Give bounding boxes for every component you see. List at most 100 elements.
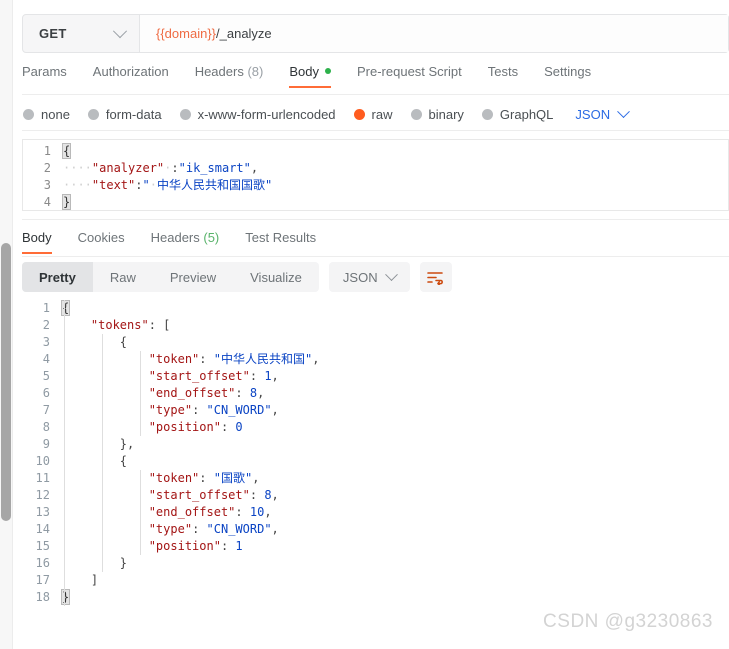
chevron-down-icon bbox=[617, 104, 630, 118]
indent-guide bbox=[102, 453, 103, 470]
line-number: 13 bbox=[35, 505, 50, 519]
view-mode-visualize-label: Visualize bbox=[250, 269, 302, 285]
tab-settings-label: Settings bbox=[544, 64, 592, 79]
radio-icon bbox=[410, 108, 422, 120]
response-view-mode-group: Pretty Raw Preview Visualize bbox=[22, 262, 319, 292]
line-number: 17 bbox=[35, 573, 50, 587]
indent-guide bbox=[140, 351, 141, 368]
response-tabs: Body Cookies Headers (5) Test Results bbox=[22, 228, 729, 258]
body-type-binary-label: binary bbox=[428, 106, 464, 122]
response-tab-test-results-label: Test Results bbox=[245, 230, 317, 245]
radio-icon bbox=[481, 108, 493, 120]
indent-guide bbox=[64, 300, 65, 317]
body-type-form-data[interactable]: form-data bbox=[87, 107, 162, 122]
line-number: 3 bbox=[42, 335, 50, 349]
view-mode-raw-label: Raw bbox=[109, 269, 136, 285]
code-text: ····"analyzer"·:"ik_smart", bbox=[63, 161, 259, 175]
body-type-urlencoded-label: x-www-form-urlencoded bbox=[197, 106, 336, 122]
indent-guide bbox=[140, 487, 141, 504]
indent-guide bbox=[64, 487, 65, 504]
indent-guide bbox=[64, 402, 65, 419]
code-line: 8 "position": 0 bbox=[22, 419, 729, 436]
tab-params[interactable]: Params bbox=[22, 62, 67, 88]
code-text: ····"text":"·中华人民共和国国歌" bbox=[63, 178, 273, 192]
code-line: 3 { bbox=[22, 334, 729, 351]
url-input[interactable]: {{domain}}/_analyze bbox=[140, 15, 728, 52]
tab-headers-count: (8) bbox=[247, 64, 264, 79]
view-mode-pretty-label: Pretty bbox=[39, 269, 76, 285]
tab-body-label: Body bbox=[289, 64, 319, 79]
tab-headers[interactable]: Headers (8) bbox=[195, 62, 264, 88]
view-mode-preview[interactable]: Preview bbox=[153, 262, 233, 292]
code-text: "tokens": [ bbox=[62, 317, 170, 334]
line-number: 6 bbox=[42, 386, 50, 400]
body-type-binary[interactable]: binary bbox=[410, 106, 464, 122]
code-text: ] bbox=[62, 572, 98, 589]
response-format-selector[interactable]: JSON bbox=[328, 262, 410, 292]
url-bar: GET {{domain}}/_analyze bbox=[22, 14, 729, 53]
request-tabs: Params Authorization Headers (8) Body Pr… bbox=[22, 62, 729, 94]
request-response-divider bbox=[22, 219, 729, 220]
code-line: 16 } bbox=[22, 555, 729, 572]
body-type-raw[interactable]: raw bbox=[353, 107, 393, 122]
response-tab-cookies[interactable]: Cookies bbox=[78, 228, 125, 254]
radio-selected-icon bbox=[353, 108, 365, 120]
body-type-graphql-label: GraphQL bbox=[499, 106, 554, 122]
code-text: } bbox=[60, 589, 71, 606]
watermark: CSDN @g3230863 bbox=[543, 611, 713, 632]
response-body-viewer[interactable]: 1{2 "tokens": [3 {4 "token": "中华人民共和国", 5… bbox=[22, 300, 729, 649]
body-type-none[interactable]: none bbox=[23, 107, 70, 122]
indent-guide bbox=[64, 334, 65, 351]
line-number: 10 bbox=[35, 454, 50, 468]
page-scrollbar-track[interactable] bbox=[0, 0, 13, 649]
code-line: 1{ bbox=[23, 143, 728, 160]
body-type-urlencoded[interactable]: x-www-form-urlencoded bbox=[179, 106, 336, 122]
request-body-editor[interactable]: 1{2 ····"analyzer"·:"ik_smart", 3 ····"text… bbox=[22, 139, 729, 211]
response-tab-test-results[interactable]: Test Results bbox=[245, 228, 316, 254]
indent-guide bbox=[102, 555, 103, 572]
response-tab-headers-label: Headers bbox=[150, 230, 200, 245]
code-line: 2 "tokens": [ bbox=[22, 317, 729, 334]
response-tab-headers[interactable]: Headers (5) bbox=[151, 228, 220, 254]
body-type-graphql[interactable]: GraphQL bbox=[481, 106, 554, 122]
tab-pre-request-script-label: Pre-request Script bbox=[356, 64, 462, 79]
indent-guide bbox=[102, 521, 103, 538]
radio-icon bbox=[179, 108, 191, 120]
indent-guide bbox=[64, 589, 65, 606]
indent-guide bbox=[64, 436, 65, 453]
tab-authorization-label: Authorization bbox=[92, 64, 169, 79]
code-line: 4 "token": "中华人民共和国", bbox=[22, 351, 729, 368]
view-mode-raw[interactable]: Raw bbox=[93, 262, 153, 292]
code-text: "type": "CN_WORD", bbox=[62, 402, 279, 419]
response-tab-headers-count: (5) bbox=[203, 230, 220, 245]
tab-tests[interactable]: Tests bbox=[488, 62, 518, 88]
tab-pre-request-script[interactable]: Pre-request Script bbox=[357, 62, 462, 88]
response-tab-body[interactable]: Body bbox=[22, 228, 52, 254]
view-mode-pretty[interactable]: Pretty bbox=[22, 262, 93, 292]
indent-guide bbox=[140, 419, 141, 436]
tab-settings[interactable]: Settings bbox=[544, 62, 591, 88]
indent-guide bbox=[140, 521, 141, 538]
http-method-selector[interactable]: GET bbox=[23, 15, 140, 52]
body-modified-dot-icon bbox=[324, 68, 331, 74]
request-body-format-selector[interactable]: JSON bbox=[575, 104, 630, 122]
beautify-icon bbox=[427, 271, 443, 285]
code-line: 9 }, bbox=[22, 436, 729, 453]
view-mode-visualize[interactable]: Visualize bbox=[233, 262, 319, 292]
line-number: 18 bbox=[35, 590, 50, 604]
response-tabs-divider bbox=[22, 256, 729, 257]
body-type-divider bbox=[22, 130, 729, 131]
indent-guide bbox=[102, 436, 103, 453]
indent-guide bbox=[140, 368, 141, 385]
indent-guide bbox=[102, 470, 103, 487]
tab-body[interactable]: Body bbox=[289, 62, 331, 88]
line-number: 2 bbox=[42, 318, 50, 332]
tab-authorization[interactable]: Authorization bbox=[93, 62, 169, 88]
code-line: 3 ····"text":"·中华人民共和国国歌" bbox=[23, 177, 728, 194]
url-path: /_analyze bbox=[216, 26, 272, 41]
indent-guide bbox=[102, 351, 103, 368]
indent-guide bbox=[64, 470, 65, 487]
beautify-button[interactable] bbox=[419, 262, 452, 292]
page-scrollbar-thumb[interactable] bbox=[1, 243, 11, 521]
code-text: { bbox=[60, 300, 71, 317]
